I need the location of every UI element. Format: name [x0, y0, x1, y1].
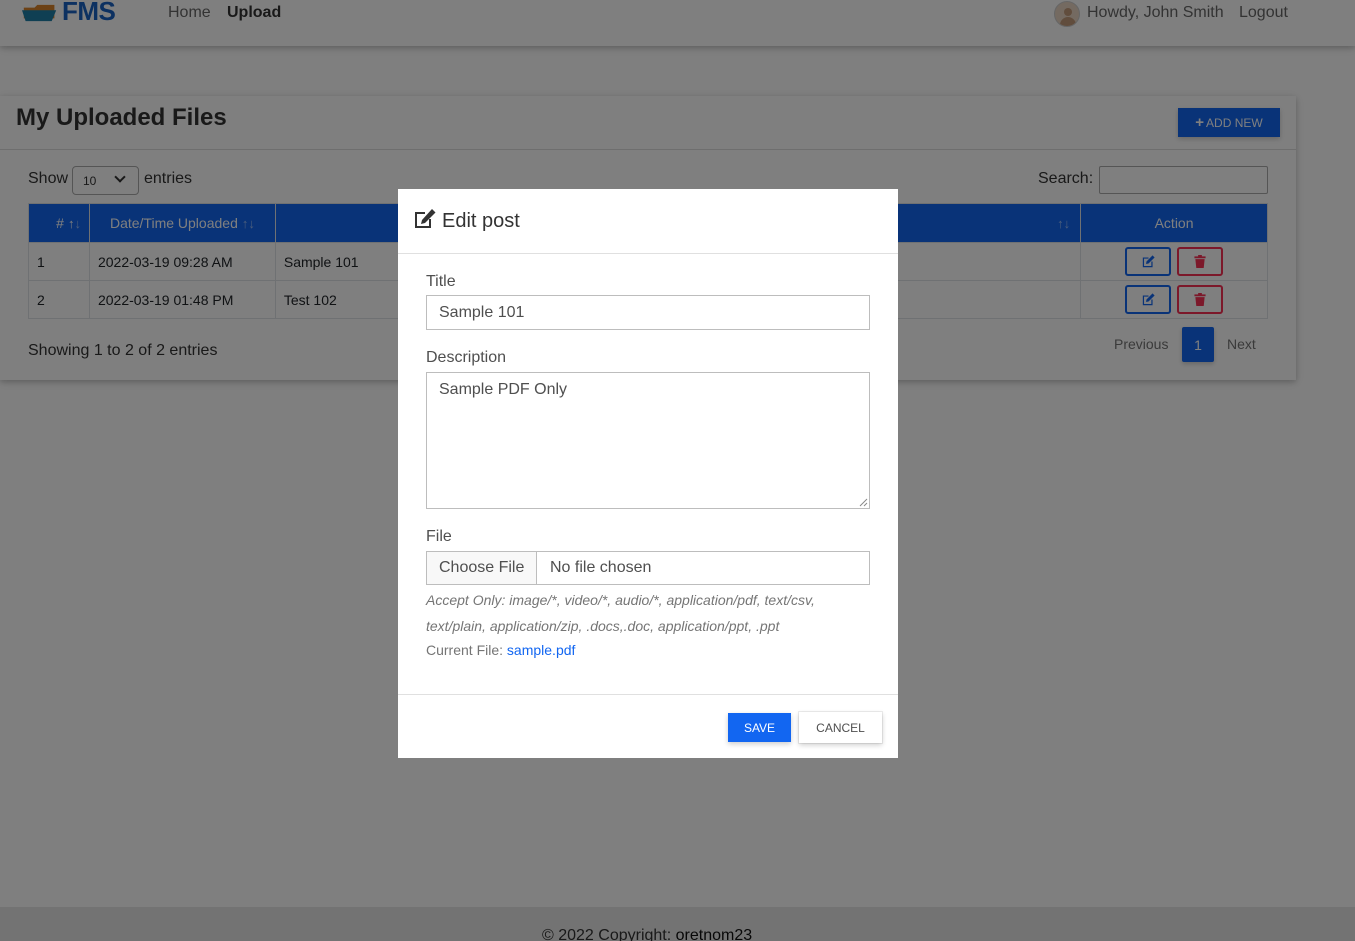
- choose-file-button[interactable]: Choose File: [427, 552, 537, 584]
- save-button[interactable]: SAVE: [728, 713, 791, 742]
- accept-hint: Accept Only: image/*, video/*, audio/*, …: [426, 587, 826, 639]
- modal-header: Edit post: [398, 189, 898, 254]
- description-label: Description: [426, 349, 507, 366]
- description-textarea[interactable]: Sample PDF Only: [426, 372, 870, 509]
- title-label: Title: [426, 273, 456, 290]
- edit-post-modal: Edit post Title Sample 101 Description S…: [398, 189, 898, 758]
- file-input[interactable]: Choose File No file chosen: [426, 551, 870, 585]
- accept-hint-line: Accept Only: image/*, video/*, audio/*, …: [426, 592, 815, 608]
- modal-title: Edit post: [442, 210, 520, 232]
- resize-handle-icon[interactable]: [859, 498, 868, 507]
- current-file-label: Current File:: [426, 642, 504, 658]
- edit-icon: [415, 209, 436, 228]
- title-input[interactable]: Sample 101: [426, 295, 870, 330]
- no-file-chosen-text: No file chosen: [550, 559, 652, 576]
- cancel-button[interactable]: CANCEL: [799, 712, 882, 743]
- description-value: Sample PDF Only: [439, 381, 568, 398]
- current-file-link[interactable]: sample.pdf: [507, 642, 575, 658]
- accept-hint-line: text/plain, application/zip, .docs,.doc,…: [426, 618, 780, 634]
- file-label: File: [426, 528, 452, 545]
- current-file: Current File: sample.pdf: [426, 640, 575, 660]
- modal-footer: SAVE CANCEL: [398, 694, 898, 758]
